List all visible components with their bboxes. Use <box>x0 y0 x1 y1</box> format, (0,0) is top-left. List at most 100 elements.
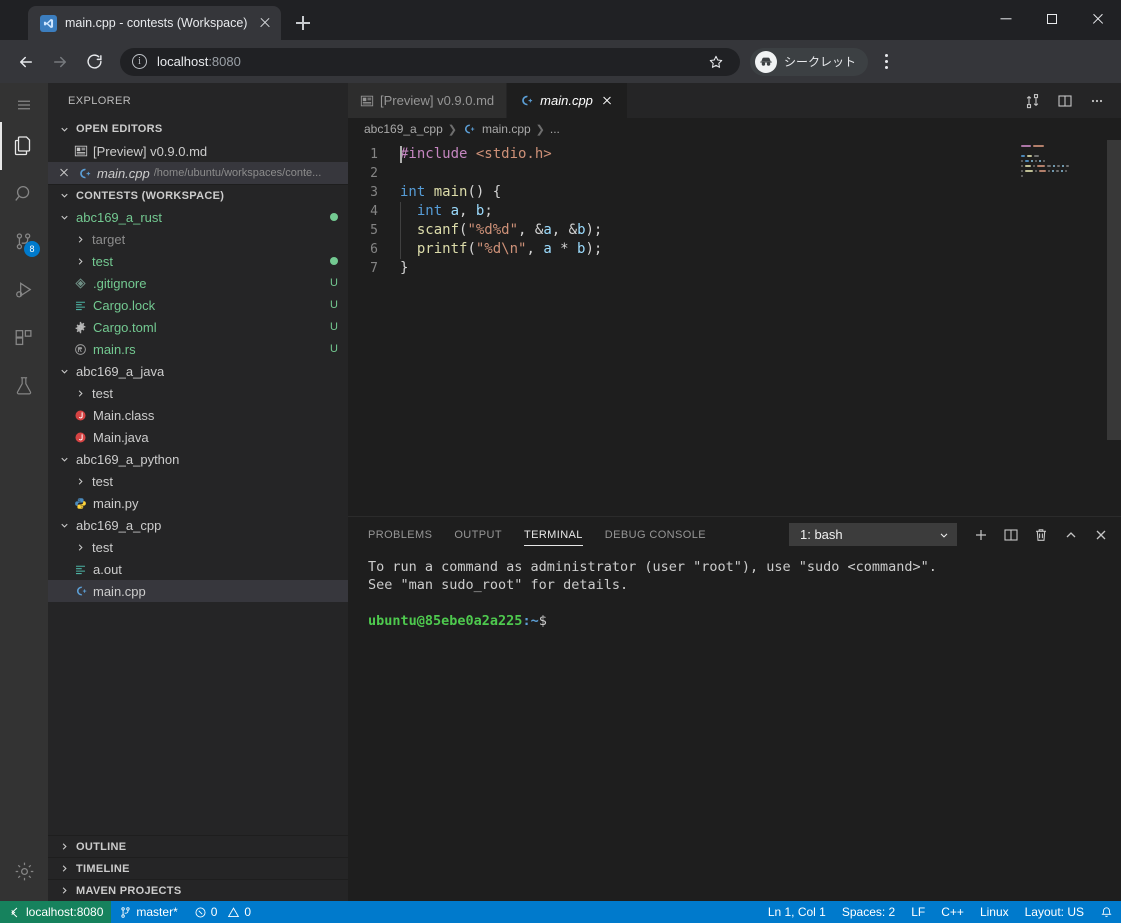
editor-scrollbar[interactable] <box>1107 140 1121 516</box>
breadcrumb-item[interactable]: ... <box>550 122 560 136</box>
tab-problems[interactable]: PROBLEMS <box>368 517 432 552</box>
maximize-icon[interactable] <box>1029 0 1075 38</box>
tree-item-label: target <box>92 231 126 247</box>
sidebar-item-testing[interactable] <box>0 362 48 410</box>
chevron-right-icon <box>72 253 88 269</box>
close-icon[interactable] <box>56 165 72 181</box>
star-icon[interactable] <box>708 54 724 70</box>
git-status-badge: U <box>330 321 338 333</box>
tree-folder-row[interactable]: abc169_a_rust <box>48 206 348 228</box>
code-editor[interactable]: 1 #include <stdio.h> 2 3 int main() {4 int a… <box>348 140 1121 516</box>
tab-debug-console[interactable]: DEBUG CONSOLE <box>605 517 706 552</box>
scrollbar-thumb[interactable] <box>1107 140 1121 440</box>
tree-folder-row[interactable]: test <box>48 250 348 272</box>
tree-file-row[interactable]: main.py <box>48 492 348 514</box>
code-line: 5 scanf("%d%d", &a, &b); <box>348 221 1121 240</box>
tree-folder-row[interactable]: abc169_a_cpp <box>48 514 348 536</box>
tree-file-row[interactable]: Cargo.lock U <box>48 294 348 316</box>
tab-main-cpp[interactable]: main.cpp <box>507 83 628 118</box>
sidebar-item-extensions[interactable] <box>0 314 48 362</box>
close-icon[interactable] <box>599 93 615 109</box>
line-number: 3 <box>370 185 378 200</box>
status-platform[interactable]: Linux <box>972 901 1017 923</box>
status-eol[interactable]: LF <box>903 901 933 923</box>
close-panel-icon[interactable] <box>1089 523 1113 547</box>
new-tab-button[interactable] <box>289 9 317 37</box>
tree-file-row[interactable]: Main.java <box>48 426 348 448</box>
kebab-menu-icon[interactable] <box>872 47 900 77</box>
open-editor-row[interactable]: [Preview] v0.9.0.md <box>48 140 348 162</box>
sidebar-item-explorer[interactable] <box>0 122 48 170</box>
tree-file-row[interactable]: main.rs U <box>48 338 348 360</box>
section-timeline[interactable]: TIMELINE <box>48 857 348 879</box>
browser-tab[interactable]: main.cpp - contests (Workspace) <box>28 6 281 40</box>
line-number: 2 <box>370 166 378 181</box>
reload-icon[interactable] <box>78 46 110 78</box>
incognito-indicator[interactable]: シークレット <box>750 47 869 76</box>
line-number: 6 <box>370 242 378 257</box>
arrow-right-icon[interactable] <box>44 46 76 78</box>
terminal-selector[interactable]: 1: bash <box>789 523 957 546</box>
new-terminal-icon[interactable] <box>969 523 993 547</box>
terminal-output[interactable]: To run a command as administrator (user … <box>348 552 1121 901</box>
tree-item-label: main.cpp <box>93 583 146 599</box>
tree-file-row[interactable]: .gitignore U <box>48 272 348 294</box>
tree-folder-row[interactable]: abc169_a_python <box>48 448 348 470</box>
close-icon[interactable] <box>1075 0 1121 38</box>
status-language-mode[interactable]: C++ <box>933 901 972 923</box>
binary-lines-icon <box>72 561 89 577</box>
tree-file-row[interactable]: main.cpp <box>48 580 348 602</box>
tree-folder-row[interactable]: target <box>48 228 348 250</box>
status-git-branch[interactable]: master* <box>111 901 185 923</box>
tab-output[interactable]: OUTPUT <box>454 517 502 552</box>
breadcrumb-item[interactable]: main.cpp <box>482 122 531 136</box>
open-editor-row[interactable]: main.cpp /home/ubuntu/workspaces/conte..… <box>48 162 348 184</box>
section-workspace[interactable]: CONTESTS (WORKSPACE) <box>48 184 348 206</box>
status-indentation[interactable]: Spaces: 2 <box>834 901 903 923</box>
tab-preview-md[interactable]: [Preview] v0.9.0.md <box>348 83 508 118</box>
status-cursor-position[interactable]: Ln 1, Col 1 <box>760 901 834 923</box>
bell-icon[interactable] <box>1092 901 1121 923</box>
maximize-panel-icon[interactable] <box>1059 523 1083 547</box>
indent-guide <box>400 240 401 259</box>
sidebar-item-search[interactable] <box>0 170 48 218</box>
tree-item-label: abc169_a_cpp <box>76 517 162 533</box>
close-icon[interactable] <box>257 15 273 31</box>
tree-file-row[interactable]: Main.class <box>48 404 348 426</box>
status-keyboard-layout[interactable]: Layout: US <box>1017 901 1092 923</box>
tree-folder-row[interactable]: abc169_a_java <box>48 360 348 382</box>
more-actions-icon[interactable] <box>1083 87 1111 115</box>
tab-label: [Preview] v0.9.0.md <box>380 93 495 108</box>
tree-folder-row[interactable]: test <box>48 382 348 404</box>
minimize-icon[interactable] <box>983 0 1029 38</box>
status-remote-indicator[interactable]: localhost:8080 <box>0 901 112 923</box>
run-compare-icon[interactable] <box>1019 87 1047 115</box>
terminal-path: :~ <box>522 613 539 629</box>
tree-file-row[interactable]: Cargo.toml U <box>48 316 348 338</box>
section-outline[interactable]: OUTLINE <box>48 835 348 857</box>
section-open-editors[interactable]: OPEN EDITORS <box>48 118 348 140</box>
tree-item-label: a.out <box>93 561 122 577</box>
arrow-left-icon[interactable] <box>10 46 42 78</box>
tree-folder-row[interactable]: test <box>48 470 348 492</box>
status-problems[interactable]: 0 0 <box>186 901 259 923</box>
remote-label: localhost:8080 <box>26 905 104 919</box>
gear-icon[interactable] <box>0 847 48 895</box>
split-editor-icon[interactable] <box>1051 87 1079 115</box>
tree-item-label: main.py <box>93 495 139 511</box>
tab-terminal[interactable]: TERMINAL <box>523 517 583 552</box>
address-bar[interactable]: i localhost:8080 <box>120 47 740 76</box>
sidebar-item-run-debug[interactable] <box>0 266 48 314</box>
breadcrumb-item[interactable]: abc169_a_cpp <box>364 122 443 136</box>
split-terminal-icon[interactable] <box>999 523 1023 547</box>
kill-terminal-icon[interactable] <box>1029 523 1053 547</box>
sidebar-title: EXPLORER <box>68 94 132 107</box>
tree-item-label: Cargo.toml <box>93 319 157 335</box>
tree-file-row[interactable]: a.out <box>48 558 348 580</box>
code-lines: 1 #include <stdio.h> 2 3 int main() {4 int a… <box>348 140 1121 278</box>
hamburger-menu-icon[interactable] <box>0 87 48 122</box>
tree-folder-row[interactable]: test <box>48 536 348 558</box>
terminal-prompt: ubuntu@85ebe0a2a225:~$ <box>368 612 1121 630</box>
sidebar-item-source-control[interactable]: 8 <box>0 218 48 266</box>
section-maven-projects[interactable]: MAVEN PROJECTS <box>48 879 348 901</box>
